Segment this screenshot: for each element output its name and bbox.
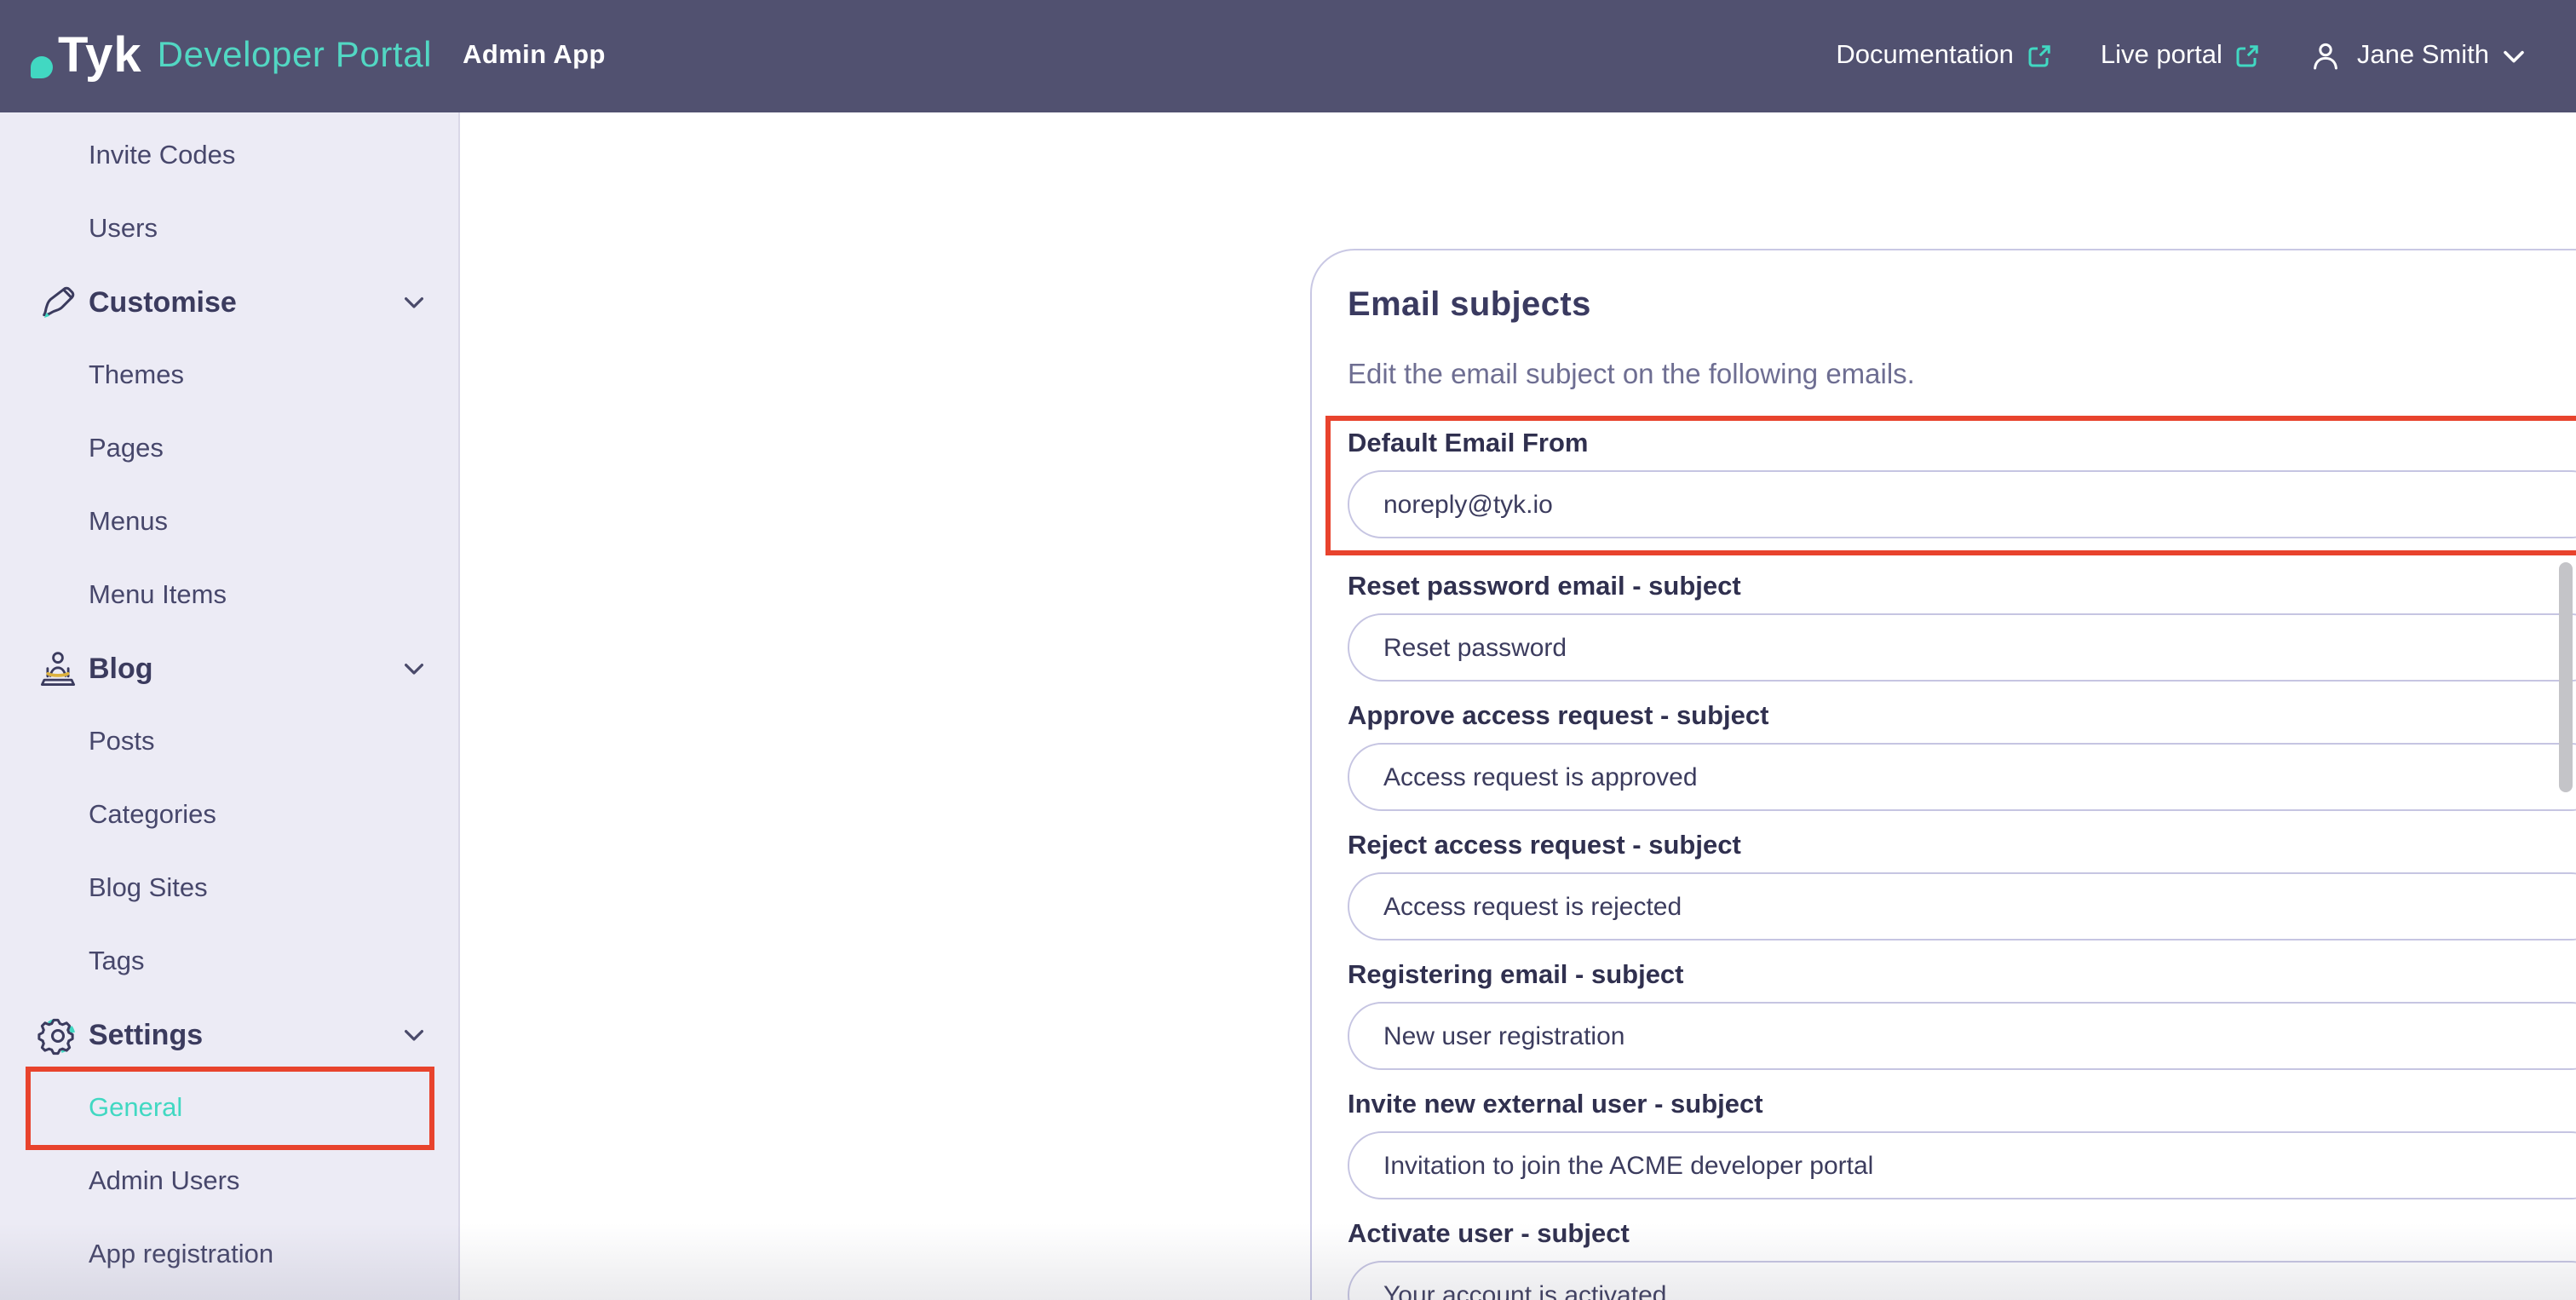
email-subjects-card: Email subjects Edit the email subject on…: [1310, 249, 2576, 1300]
approve-access-subject-input[interactable]: [1348, 743, 2576, 811]
activate-user-subject-input[interactable]: [1348, 1261, 2576, 1300]
vertical-scrollbar-thumb[interactable]: [2559, 562, 2573, 792]
blog-writer-icon: [36, 647, 80, 691]
annotation-box-default-email-from: Default Email From: [1325, 416, 2576, 555]
person-icon: [2309, 39, 2343, 73]
registering-email-subject-input[interactable]: [1348, 1002, 2576, 1070]
sidebar-item-menu-items[interactable]: Menu Items: [0, 559, 458, 632]
sidebar: Invite Codes Users Customise Themes Page…: [0, 112, 460, 1300]
paintbrush-icon: [36, 280, 80, 325]
tyk-logo: Tyk Developer Portal: [31, 32, 432, 81]
sidebar-item-themes[interactable]: Themes: [0, 339, 458, 412]
documentation-link[interactable]: Documentation: [1836, 41, 2053, 72]
gear-icon: [36, 1013, 80, 1057]
sidebar-item-menus[interactable]: Menus: [0, 486, 458, 559]
topbar-right: Documentation Live portal: [1836, 39, 2525, 73]
live-portal-link-label: Live portal: [2101, 41, 2222, 72]
field-label: Approve access request - subject: [1348, 700, 2576, 734]
live-portal-link[interactable]: Live portal: [2101, 41, 2262, 72]
field-invite-external-user-subject: Invite new external user - subject: [1348, 1089, 2576, 1199]
sidebar-section-settings[interactable]: Settings: [0, 998, 458, 1072]
sidebar-item-admin-users[interactable]: Admin Users: [0, 1145, 458, 1218]
sidebar-section-customise[interactable]: Customise: [0, 266, 458, 339]
tyk-leaf-icon: [31, 55, 53, 78]
field-approve-access-subject: Approve access request - subject: [1348, 700, 2576, 811]
field-label: Registering email - subject: [1348, 959, 2576, 993]
sidebar-item-users[interactable]: Users: [0, 193, 458, 266]
field-label: Invite new external user - subject: [1348, 1089, 2576, 1123]
app-window: Tyk Developer Portal Admin App Documenta…: [0, 0, 2576, 1300]
product-name: Developer Portal: [158, 36, 432, 77]
topbar: Tyk Developer Portal Admin App Documenta…: [0, 0, 2576, 112]
chevron-down-icon: [2503, 49, 2525, 64]
field-label: Reset password email - subject: [1348, 571, 2576, 605]
sidebar-section-blog[interactable]: Blog: [0, 632, 458, 705]
chevron-down-icon: [404, 1028, 424, 1042]
email-subject-fields: Default Email From Reset password email …: [1348, 416, 2576, 1300]
app-label: Admin App: [463, 41, 606, 72]
sidebar-item-pages[interactable]: Pages: [0, 412, 458, 486]
documentation-link-label: Documentation: [1836, 41, 2014, 72]
field-registering-email-subject: Registering email - subject: [1348, 959, 2576, 1070]
field-reset-password-subject: Reset password email - subject: [1348, 571, 2576, 682]
field-label: Reject access request - subject: [1348, 830, 2576, 864]
field-label: Activate user - subject: [1348, 1218, 2576, 1252]
user-menu[interactable]: Jane Smith: [2309, 39, 2525, 73]
annotation-highlight-ring: [26, 1067, 434, 1150]
default-email-from-input[interactable]: [1348, 470, 2576, 538]
brand-name: Tyk: [58, 32, 142, 81]
reject-access-subject-input[interactable]: [1348, 872, 2576, 940]
sidebar-item-posts[interactable]: Posts: [0, 705, 458, 779]
field-activate-user-subject: Activate user - subject: [1348, 1218, 2576, 1300]
chevron-down-icon: [404, 296, 424, 309]
field-default-email-from: Default Email From: [1348, 428, 2576, 538]
sidebar-item-invite-codes[interactable]: Invite Codes: [0, 119, 458, 193]
sidebar-item-tags[interactable]: Tags: [0, 925, 458, 998]
field-label: Default Email From: [1348, 428, 2576, 462]
external-link-icon: [2026, 43, 2053, 70]
reset-password-subject-input[interactable]: [1348, 613, 2576, 682]
sidebar-item-categories[interactable]: Categories: [0, 779, 458, 852]
sidebar-item-blog-sites[interactable]: Blog Sites: [0, 852, 458, 925]
field-reject-access-subject: Reject access request - subject: [1348, 830, 2576, 940]
sidebar-item-app-registration[interactable]: App registration: [0, 1218, 458, 1291]
chevron-down-icon: [404, 662, 424, 676]
external-link-icon: [2234, 43, 2262, 70]
card-subtitle: Edit the email subject on the following …: [1348, 358, 2576, 392]
invite-external-user-subject-input[interactable]: [1348, 1131, 2576, 1199]
card-title: Email subjects: [1348, 285, 2576, 325]
main-content: Email subjects Edit the email subject on…: [462, 112, 2576, 1300]
sidebar-item-general[interactable]: General: [0, 1072, 458, 1145]
user-name: Jane Smith: [2357, 41, 2489, 72]
